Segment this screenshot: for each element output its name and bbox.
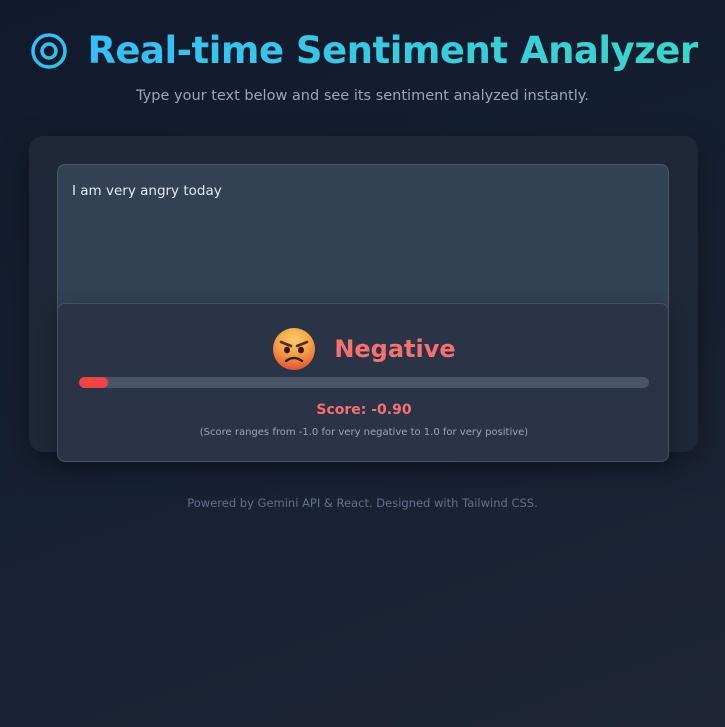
angry-face-icon <box>273 328 316 370</box>
footer: Powered by Gemini API & React. Designed … <box>187 496 538 510</box>
score-bar-fill <box>79 377 108 388</box>
app-page: Real-time Sentiment Analyzer Type your t… <box>0 0 725 727</box>
page-title: Real-time Sentiment Analyzer <box>87 26 698 76</box>
score-bar <box>79 377 649 388</box>
result-header: Negative <box>58 326 670 372</box>
text-input[interactable] <box>57 164 669 319</box>
result-panel: Negative Score: -0.90 (Score ranges from… <box>57 303 669 462</box>
sentiment-label: Negative <box>334 335 456 363</box>
page-subtitle: Type your text below and see its sentime… <box>136 88 589 104</box>
header: Real-time Sentiment Analyzer <box>0 26 725 76</box>
score-note: (Score ranges from -1.0 for very negativ… <box>199 427 529 438</box>
target-icon <box>31 33 68 69</box>
score-value: Score: -0.90 <box>316 402 412 418</box>
